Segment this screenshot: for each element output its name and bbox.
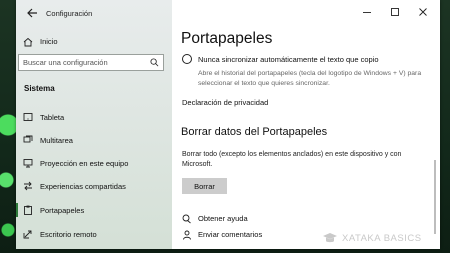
sidebar-item-clipboard[interactable]: Portapapeles (16, 202, 172, 218)
sidebar-item-label: Portapapeles (40, 205, 85, 215)
search-box (18, 54, 164, 71)
sidebar-item-remote-desktop[interactable]: Escritorio remoto (16, 226, 172, 242)
main-content: Portapapeles Nunca sincronizar automátic… (172, 0, 440, 249)
privacy-link[interactable]: Declaración de privacidad (182, 98, 268, 107)
scrollbar[interactable] (434, 160, 436, 234)
sidebar-item-multitasking[interactable]: Multitarea (16, 132, 172, 148)
sidebar: Configuración Inicio Sistema Tableta (16, 0, 172, 249)
sidebar-item-label: Multitarea (40, 135, 73, 145)
tablet-icon (23, 113, 33, 121)
sync-option-label[interactable]: Nunca sincronizar automáticamente el tex… (198, 55, 379, 64)
get-help-label: Obtener ayuda (198, 214, 248, 223)
sync-description: Abre el historial del portapapeles (tecl… (198, 70, 422, 87)
watermark-text: XATAKA BASICS (342, 233, 422, 244)
clear-section-title: Borrar datos del Portapapeles (181, 126, 328, 138)
graduation-cap-icon (323, 233, 337, 243)
sidebar-item-label: Escritorio remoto (40, 229, 97, 239)
sidebar-item-home[interactable]: Inicio (16, 34, 172, 50)
clear-button[interactable]: Borrar (182, 178, 227, 194)
titlebar-left: Configuración (16, 0, 172, 26)
search-input[interactable] (23, 55, 149, 70)
sidebar-item-label: Proyección en este equipo (40, 158, 129, 168)
help-chat-icon (182, 214, 191, 224)
clear-description: Borrar todo (excepto los elementos ancla… (182, 151, 402, 168)
shared-experiences-icon (24, 181, 32, 191)
watermark: XATAKA BASICS (322, 232, 442, 246)
sidebar-item-label: Tableta (40, 112, 65, 122)
sidebar-section-title: Sistema (24, 84, 55, 93)
sidebar-item-tablet[interactable]: Tableta (16, 109, 172, 125)
clipboard-icon (24, 205, 32, 215)
sidebar-item-projection[interactable]: Proyección en este equipo (16, 155, 172, 171)
maximize-icon[interactable] (388, 5, 402, 19)
close-icon[interactable] (416, 5, 430, 19)
sync-radio-button[interactable] (182, 54, 192, 64)
app-title: Configuración (46, 9, 93, 18)
search-icon[interactable] (150, 58, 159, 67)
minimize-icon[interactable] (360, 5, 374, 19)
sidebar-item-label: Inicio (40, 37, 58, 46)
sidebar-item-shared-experiences[interactable]: Experiencias compartidas (16, 178, 172, 194)
send-feedback-label: Enviar comentarios (198, 230, 263, 239)
multitasking-icon (23, 135, 33, 143)
page-title: Portapapeles (181, 30, 273, 47)
feedback-icon (183, 230, 191, 240)
home-icon (23, 37, 33, 47)
remote-desktop-icon (23, 230, 32, 239)
back-arrow-icon[interactable] (25, 6, 39, 20)
window-controls (350, 0, 440, 26)
projection-icon (23, 159, 33, 168)
get-help-link[interactable]: Obtener ayuda (182, 213, 382, 225)
settings-window: Configuración Inicio Sistema Tableta (16, 0, 440, 249)
sidebar-item-label: Experiencias compartidas (40, 181, 126, 191)
